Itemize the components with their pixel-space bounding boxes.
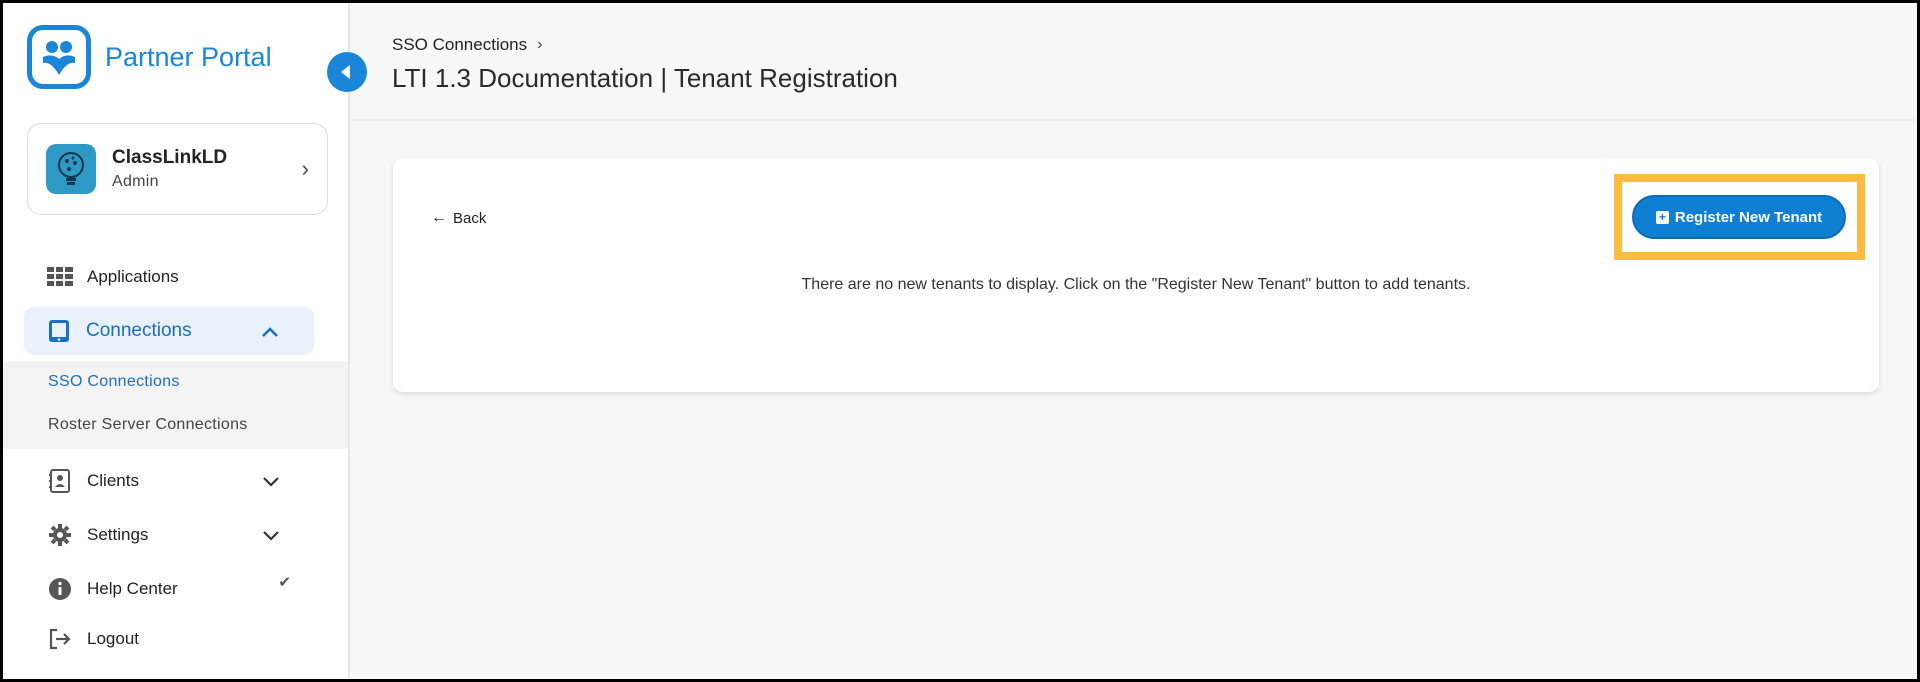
brand[interactable]: Partner Portal: [27, 25, 272, 89]
sidebar-item-clients[interactable]: Clients: [25, 457, 315, 505]
account-switcher[interactable]: ClassLinkLD Admin ›: [27, 123, 328, 215]
sidebar-item-help-center[interactable]: Help Center ✔: [25, 565, 315, 613]
chevron-right-icon: ›: [301, 156, 309, 181]
back-label: Back: [453, 209, 487, 227]
sidebar-item-logout[interactable]: Logout: [25, 615, 315, 663]
sidebar: Partner Portal ClassLinkLD Admin › Appli…: [3, 3, 350, 679]
collapse-sidebar-button[interactable]: [327, 52, 367, 92]
breadcrumb-link-sso-connections[interactable]: SSO Connections: [392, 35, 527, 55]
breadcrumb-separator-icon: ›: [537, 36, 543, 53]
page-header: SSO Connections › LTI 1.3 Documentation …: [350, 3, 1917, 121]
sidebar-item-label: Connections: [86, 320, 192, 341]
info-icon: [47, 576, 73, 602]
main-content: SSO Connections › LTI 1.3 Documentation …: [350, 3, 1917, 679]
sidebar-item-label: Settings: [87, 525, 149, 544]
contacts-book-icon: [47, 468, 73, 494]
plus-square-icon: +: [1655, 210, 1669, 224]
caret-left-icon: [341, 65, 350, 79]
register-new-tenant-button[interactable]: + Register New Tenant: [1632, 195, 1846, 239]
partner-logo-icon: [27, 25, 91, 89]
tablet-icon: [46, 318, 72, 344]
account-name: ClassLinkLD: [112, 147, 228, 168]
sidebar-item-connections[interactable]: Connections: [24, 307, 314, 355]
account-role: Admin: [112, 173, 159, 190]
chevron-down-icon: [263, 525, 279, 546]
logout-icon: [47, 626, 73, 652]
grid-icon: [47, 264, 73, 290]
submenu-item-roster-server-connections[interactable]: Roster Server Connections: [48, 416, 248, 434]
chevron-down-icon: [263, 471, 279, 492]
sidebar-item-label: Logout: [87, 629, 139, 648]
page-title: LTI 1.3 Documentation | Tenant Registrat…: [392, 63, 898, 93]
empty-state-message: There are no new tenants to display. Cli…: [801, 276, 1471, 293]
sidebar-item-label: Help Center: [87, 579, 178, 598]
chevron-up-icon: [262, 321, 278, 342]
sidebar-item-settings[interactable]: Settings: [25, 511, 315, 559]
breadcrumb: SSO Connections ›: [392, 35, 542, 55]
submenu-item-sso-connections[interactable]: SSO Connections: [48, 373, 180, 391]
back-button[interactable]: ← Back: [431, 209, 486, 227]
brand-name: Partner Portal: [105, 41, 272, 72]
app-window: Partner Portal ClassLinkLD Admin › Appli…: [0, 0, 1920, 682]
gear-icon: [47, 522, 73, 548]
sidebar-item-applications[interactable]: Applications: [25, 253, 315, 301]
check-icon: ✔: [278, 574, 291, 591]
account-avatar: [46, 144, 96, 194]
sidebar-item-label: Clients: [87, 471, 139, 490]
arrow-left-icon: ←: [431, 209, 447, 226]
sidebar-item-label: Applications: [87, 267, 179, 286]
register-button-label: Register New Tenant: [1674, 208, 1823, 226]
